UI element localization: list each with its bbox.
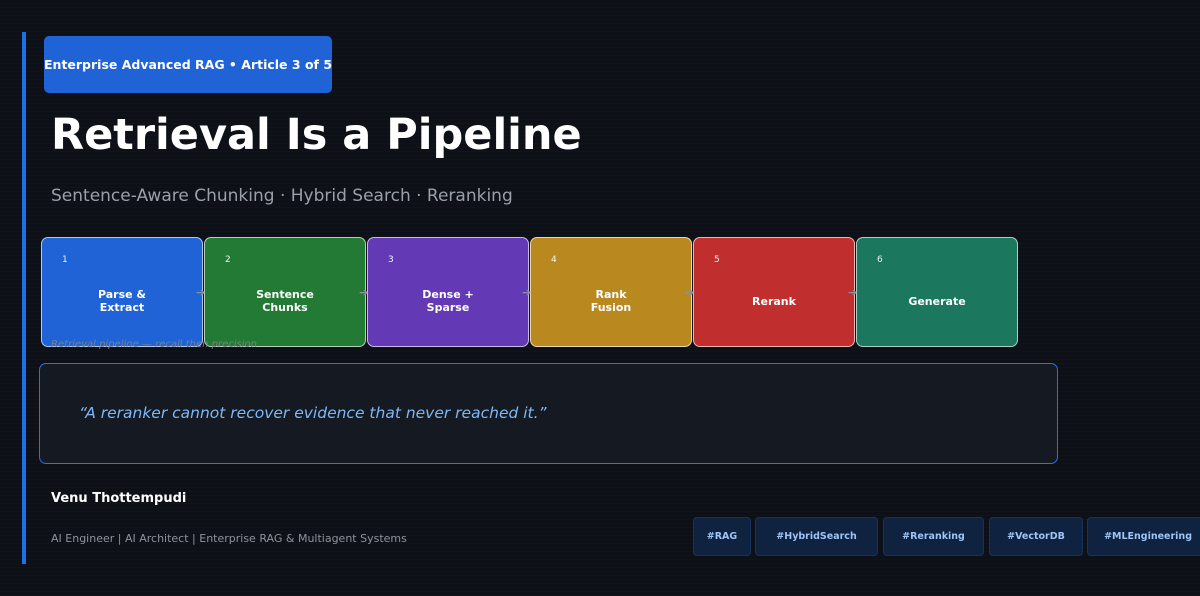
hashtag-badge: #RAG	[693, 517, 751, 556]
pipeline-caption: Retrieval pipeline — recall then precisi…	[51, 339, 257, 350]
arrow-right-icon: ➔	[359, 286, 369, 299]
quote-box: “A reranker cannot recover evidence that…	[39, 363, 1058, 464]
accent-bar	[22, 32, 26, 564]
stage-label: Generate	[908, 294, 966, 308]
arrow-right-icon: ➔	[196, 286, 206, 299]
page-title: Retrieval Is a Pipeline	[51, 110, 582, 160]
quote-text: “A reranker cannot recover evidence that…	[79, 404, 547, 422]
author-name: Venu Thottempudi	[51, 491, 187, 506]
pipeline-diagram: 1 Parse & Extract 2 Sentence Chunks 3 De…	[41, 237, 1021, 347]
stage-number: 1	[62, 255, 68, 265]
stage-label: Dense + Sparse	[422, 288, 474, 314]
stage-number: 6	[877, 255, 883, 265]
stage-label: Parse & Extract	[97, 288, 147, 314]
stage-number: 4	[551, 255, 557, 265]
stage-label: Rank Fusion	[590, 288, 632, 314]
pipeline-stage: 3 Dense + Sparse	[367, 237, 529, 347]
stage-label: Sentence Chunks	[256, 288, 314, 314]
author-role: AI Engineer | AI Architect | Enterprise …	[51, 532, 407, 545]
pipeline-stage: 4 Rank Fusion	[530, 237, 692, 347]
hashtag-badge: #VectorDB	[989, 517, 1083, 556]
pipeline-stage: 6 Generate	[856, 237, 1018, 347]
pipeline-stage: 2 Sentence Chunks	[204, 237, 366, 347]
arrow-right-icon: ➔	[685, 286, 695, 299]
hashtag-badge: #Reranking	[883, 517, 984, 556]
stage-number: 2	[225, 255, 231, 265]
hashtag-badge: #MLEngineering	[1087, 517, 1200, 556]
stage-label: Rerank	[752, 294, 796, 308]
stage-number: 3	[388, 255, 394, 265]
series-badge: Enterprise Advanced RAG • Article 3 of 5	[44, 36, 332, 93]
stage-number: 5	[714, 255, 720, 265]
subtitle: Sentence-Aware Chunking · Hybrid Search …	[51, 186, 513, 206]
pipeline-stage: 1 Parse & Extract	[41, 237, 203, 347]
hashtag-badge: #HybridSearch	[755, 517, 878, 556]
pipeline-stage: 5 Rerank	[693, 237, 855, 347]
arrow-right-icon: ➔	[522, 286, 532, 299]
arrow-right-icon: ➔	[848, 286, 858, 299]
